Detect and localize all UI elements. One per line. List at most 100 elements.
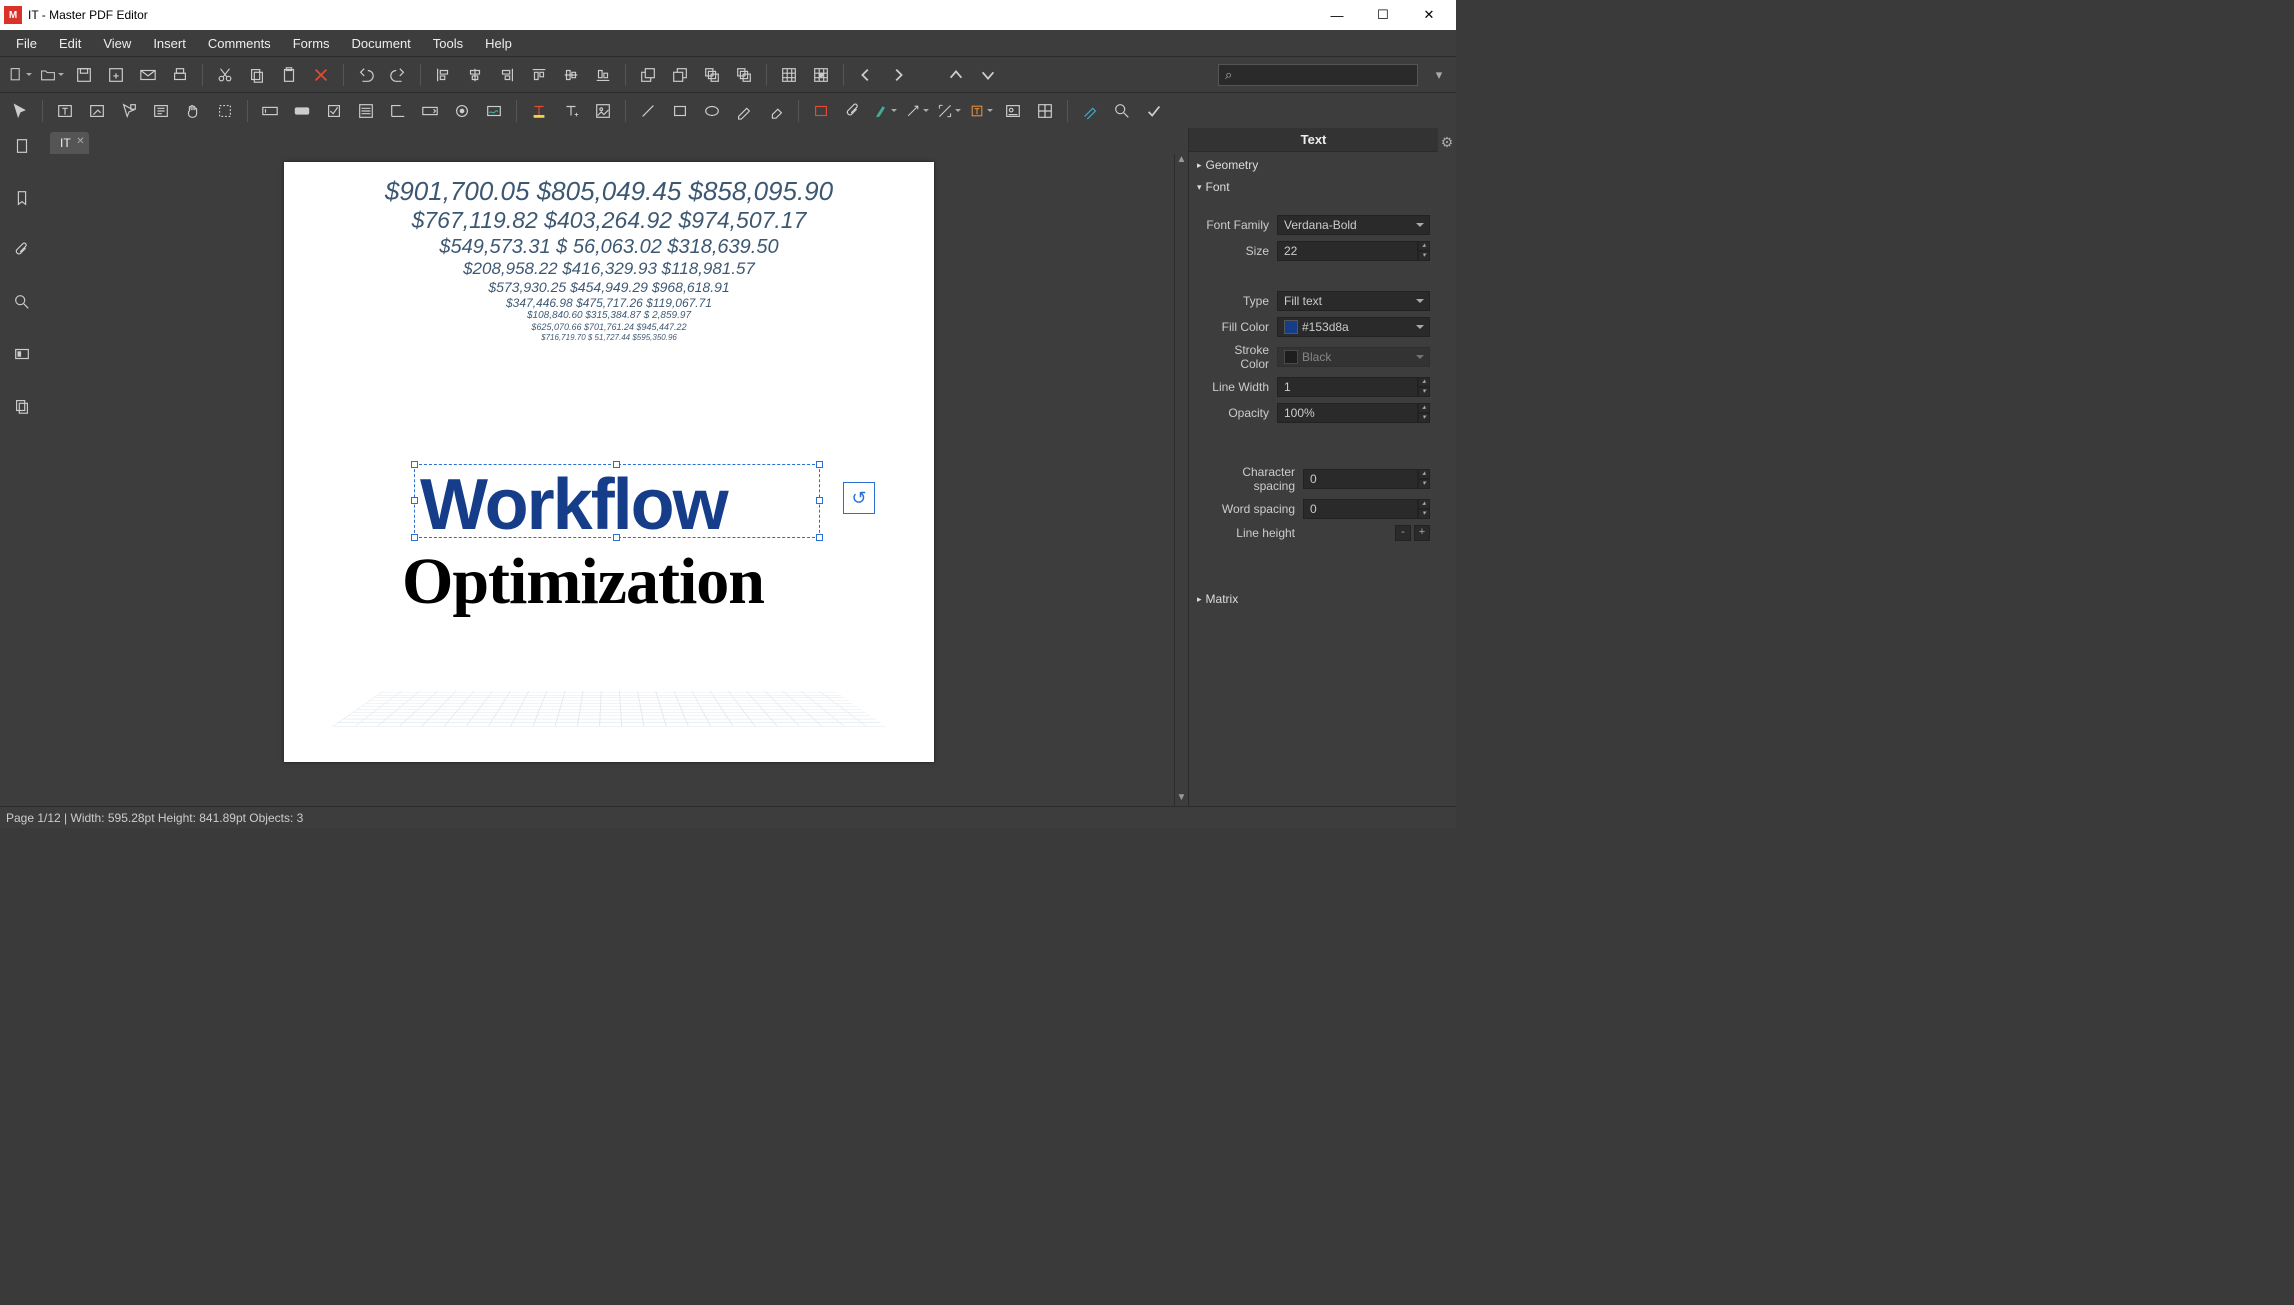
document-viewport[interactable]: $901,700.05 $805,049.45 $858,095.90 $767… — [44, 154, 1174, 806]
menu-forms[interactable]: Forms — [283, 33, 340, 54]
highlight-tool[interactable] — [527, 99, 551, 123]
document-tab[interactable]: IT ✕ — [50, 132, 89, 154]
handle-ml[interactable] — [411, 497, 418, 504]
maximize-button[interactable]: ☐ — [1360, 0, 1406, 30]
ws-up[interactable]: ▴ — [1418, 499, 1430, 509]
signature-tool[interactable] — [386, 99, 410, 123]
align-bottom-button[interactable] — [591, 63, 615, 87]
search-panel-icon[interactable] — [10, 290, 34, 314]
cs-down[interactable]: ▾ — [1418, 479, 1430, 489]
cut-button[interactable] — [213, 63, 237, 87]
insert-text-tool[interactable] — [559, 99, 583, 123]
email-button[interactable] — [136, 63, 160, 87]
send-backward-button[interactable] — [668, 63, 692, 87]
op-up[interactable]: ▴ — [1418, 403, 1430, 413]
open-button[interactable] — [40, 63, 64, 87]
scroll-down-icon[interactable]: ▼ — [1175, 792, 1188, 806]
fill-color-select[interactable]: #153d8a — [1277, 317, 1430, 337]
copy-button[interactable] — [245, 63, 269, 87]
handle-br[interactable] — [816, 534, 823, 541]
handle-bm[interactable] — [613, 534, 620, 541]
measure-tool[interactable] — [937, 99, 961, 123]
stamp-tool[interactable] — [1001, 99, 1025, 123]
prev-page-button[interactable] — [854, 63, 878, 87]
close-button[interactable]: ✕ — [1406, 0, 1452, 30]
handle-tl[interactable] — [411, 461, 418, 468]
bookmarks-panel-icon[interactable] — [10, 186, 34, 210]
delete-button[interactable] — [309, 63, 333, 87]
next-page-button[interactable] — [886, 63, 910, 87]
menu-file[interactable]: File — [6, 33, 47, 54]
attachments-panel-icon[interactable] — [10, 238, 34, 262]
redo-button[interactable] — [386, 63, 410, 87]
type-select[interactable]: Fill text — [1277, 291, 1430, 311]
edit-doc-tool[interactable] — [149, 99, 173, 123]
edit-text-tool[interactable] — [53, 99, 77, 123]
font-size-input[interactable]: 22 — [1277, 241, 1418, 261]
lw-down[interactable]: ▾ — [1418, 387, 1430, 397]
save-as-button[interactable] — [104, 63, 128, 87]
ellipse-tool[interactable] — [700, 99, 724, 123]
size-up[interactable]: ▴ — [1418, 241, 1430, 251]
text-box-tool[interactable] — [969, 99, 993, 123]
text-field-tool[interactable] — [258, 99, 282, 123]
init-tool[interactable] — [1078, 99, 1102, 123]
minimize-button[interactable]: ― — [1314, 0, 1360, 30]
vertical-scrollbar[interactable]: ▲ ▼ — [1174, 154, 1188, 806]
section-font[interactable]: ▾Font — [1189, 176, 1438, 198]
zoom-tool[interactable] — [1110, 99, 1134, 123]
arrow-tool[interactable] — [905, 99, 929, 123]
button-tool[interactable]: OK — [290, 99, 314, 123]
line-tool[interactable] — [636, 99, 660, 123]
prev-view-button[interactable] — [944, 63, 968, 87]
insert-image-tool[interactable] — [591, 99, 615, 123]
radio-tool[interactable] — [450, 99, 474, 123]
subtitle-text-object[interactable]: Optimization — [402, 544, 764, 620]
align-center-h-button[interactable] — [463, 63, 487, 87]
panel-settings-icon[interactable]: ⚙ — [1441, 134, 1454, 151]
grid-button[interactable] — [777, 63, 801, 87]
lw-up[interactable]: ▴ — [1418, 377, 1430, 387]
attachment-tool[interactable] — [841, 99, 865, 123]
paste-button[interactable] — [277, 63, 301, 87]
layers-panel-icon[interactable] — [10, 394, 34, 418]
print-button[interactable] — [168, 63, 192, 87]
checkbox-tool[interactable] — [322, 99, 346, 123]
bring-forward-button[interactable] — [636, 63, 660, 87]
listbox-tool[interactable] — [354, 99, 378, 123]
align-right-button[interactable] — [495, 63, 519, 87]
line-height-plus[interactable]: + — [1414, 525, 1430, 541]
align-left-button[interactable] — [431, 63, 455, 87]
search-input[interactable] — [1236, 68, 1411, 82]
note-tool[interactable] — [1033, 99, 1057, 123]
rotate-handle[interactable]: ↺ — [843, 482, 875, 514]
save-button[interactable] — [72, 63, 96, 87]
snap-button[interactable] — [809, 63, 833, 87]
edit-object-tool[interactable] — [85, 99, 109, 123]
line-width-input[interactable]: 1 — [1277, 377, 1418, 397]
handle-mr[interactable] — [816, 497, 823, 504]
size-down[interactable]: ▾ — [1418, 251, 1430, 261]
word-spacing-input[interactable]: 0 — [1303, 499, 1418, 519]
opacity-input[interactable]: 100% — [1277, 403, 1418, 423]
eraser-tool[interactable] — [764, 99, 788, 123]
search-dropdown[interactable]: ▾ — [1430, 67, 1448, 83]
handle-tr[interactable] — [816, 461, 823, 468]
menu-document[interactable]: Document — [342, 33, 421, 54]
next-view-button[interactable] — [976, 63, 1000, 87]
send-back-button[interactable] — [732, 63, 756, 87]
new-button[interactable] — [8, 63, 32, 87]
align-middle-button[interactable] — [559, 63, 583, 87]
tab-close-icon[interactable]: ✕ — [76, 136, 84, 147]
menu-tools[interactable]: Tools — [423, 33, 473, 54]
handle-tm[interactable] — [613, 461, 620, 468]
check-tool[interactable] — [1142, 99, 1166, 123]
bring-front-button[interactable] — [700, 63, 724, 87]
hand-tool[interactable] — [181, 99, 205, 123]
highlight-annot-tool[interactable] — [873, 99, 897, 123]
line-height-minus[interactable]: - — [1395, 525, 1411, 541]
handle-bl[interactable] — [411, 534, 418, 541]
scroll-up-icon[interactable]: ▲ — [1175, 154, 1188, 168]
align-top-button[interactable] — [527, 63, 551, 87]
select-region-tool[interactable] — [213, 99, 237, 123]
